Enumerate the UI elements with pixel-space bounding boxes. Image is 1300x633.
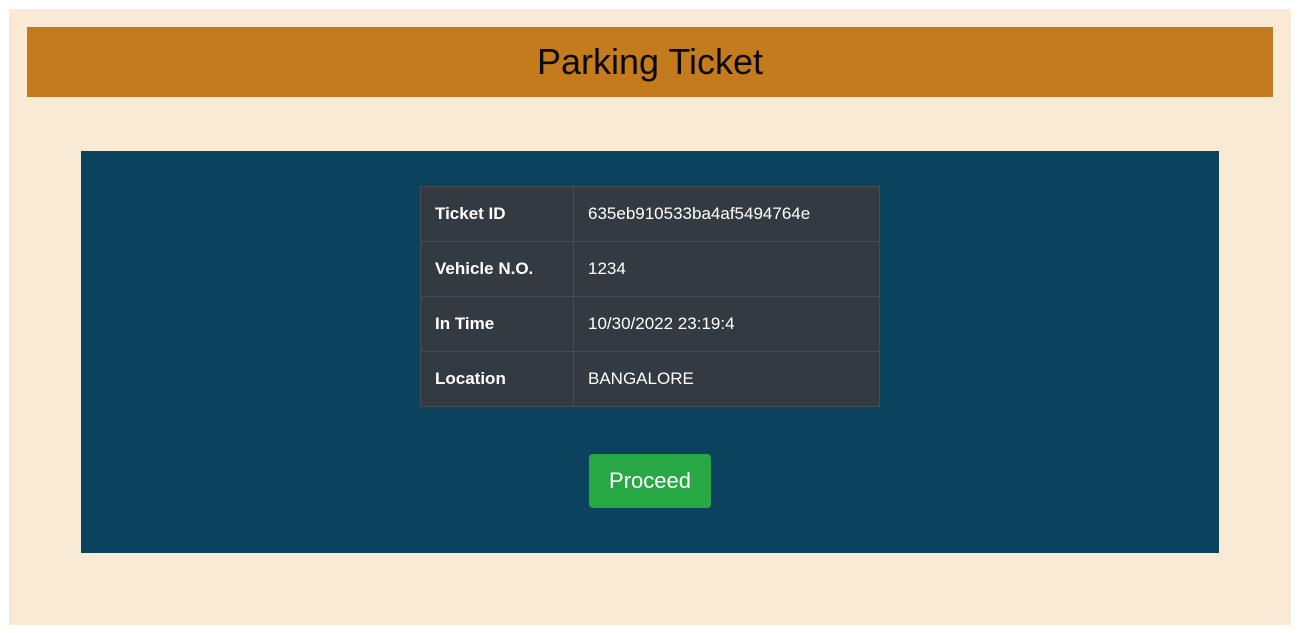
in-time-label: In Time <box>420 296 574 352</box>
ticket-id-value: 635eb910533ba4af5494764e <box>573 186 880 242</box>
table-row-ticket-id: Ticket ID 635eb910533ba4af5494764e <box>420 186 880 242</box>
proceed-button[interactable]: Proceed <box>589 454 711 508</box>
ticket-table: Ticket ID 635eb910533ba4af5494764e Vehic… <box>420 186 880 407</box>
vehicle-number-label: Vehicle N.O. <box>420 241 574 297</box>
table-row-location: Location BANGALORE <box>420 351 880 407</box>
page-header: Parking Ticket <box>27 27 1273 97</box>
location-label: Location <box>420 351 574 407</box>
table-row-vehicle-number: Vehicle N.O. 1234 <box>420 241 880 297</box>
location-value: BANGALORE <box>573 351 880 407</box>
table-row-in-time: In Time 10/30/2022 23:19:4 <box>420 296 880 352</box>
ticket-panel: Ticket ID 635eb910533ba4af5494764e Vehic… <box>81 151 1219 553</box>
page-title: Parking Ticket <box>536 41 764 82</box>
in-time-value: 10/30/2022 23:19:4 <box>573 296 880 352</box>
page-container: Parking Ticket Ticket ID 635eb910533ba4a… <box>9 9 1291 625</box>
vehicle-number-value: 1234 <box>573 241 880 297</box>
ticket-id-label: Ticket ID <box>420 186 574 242</box>
